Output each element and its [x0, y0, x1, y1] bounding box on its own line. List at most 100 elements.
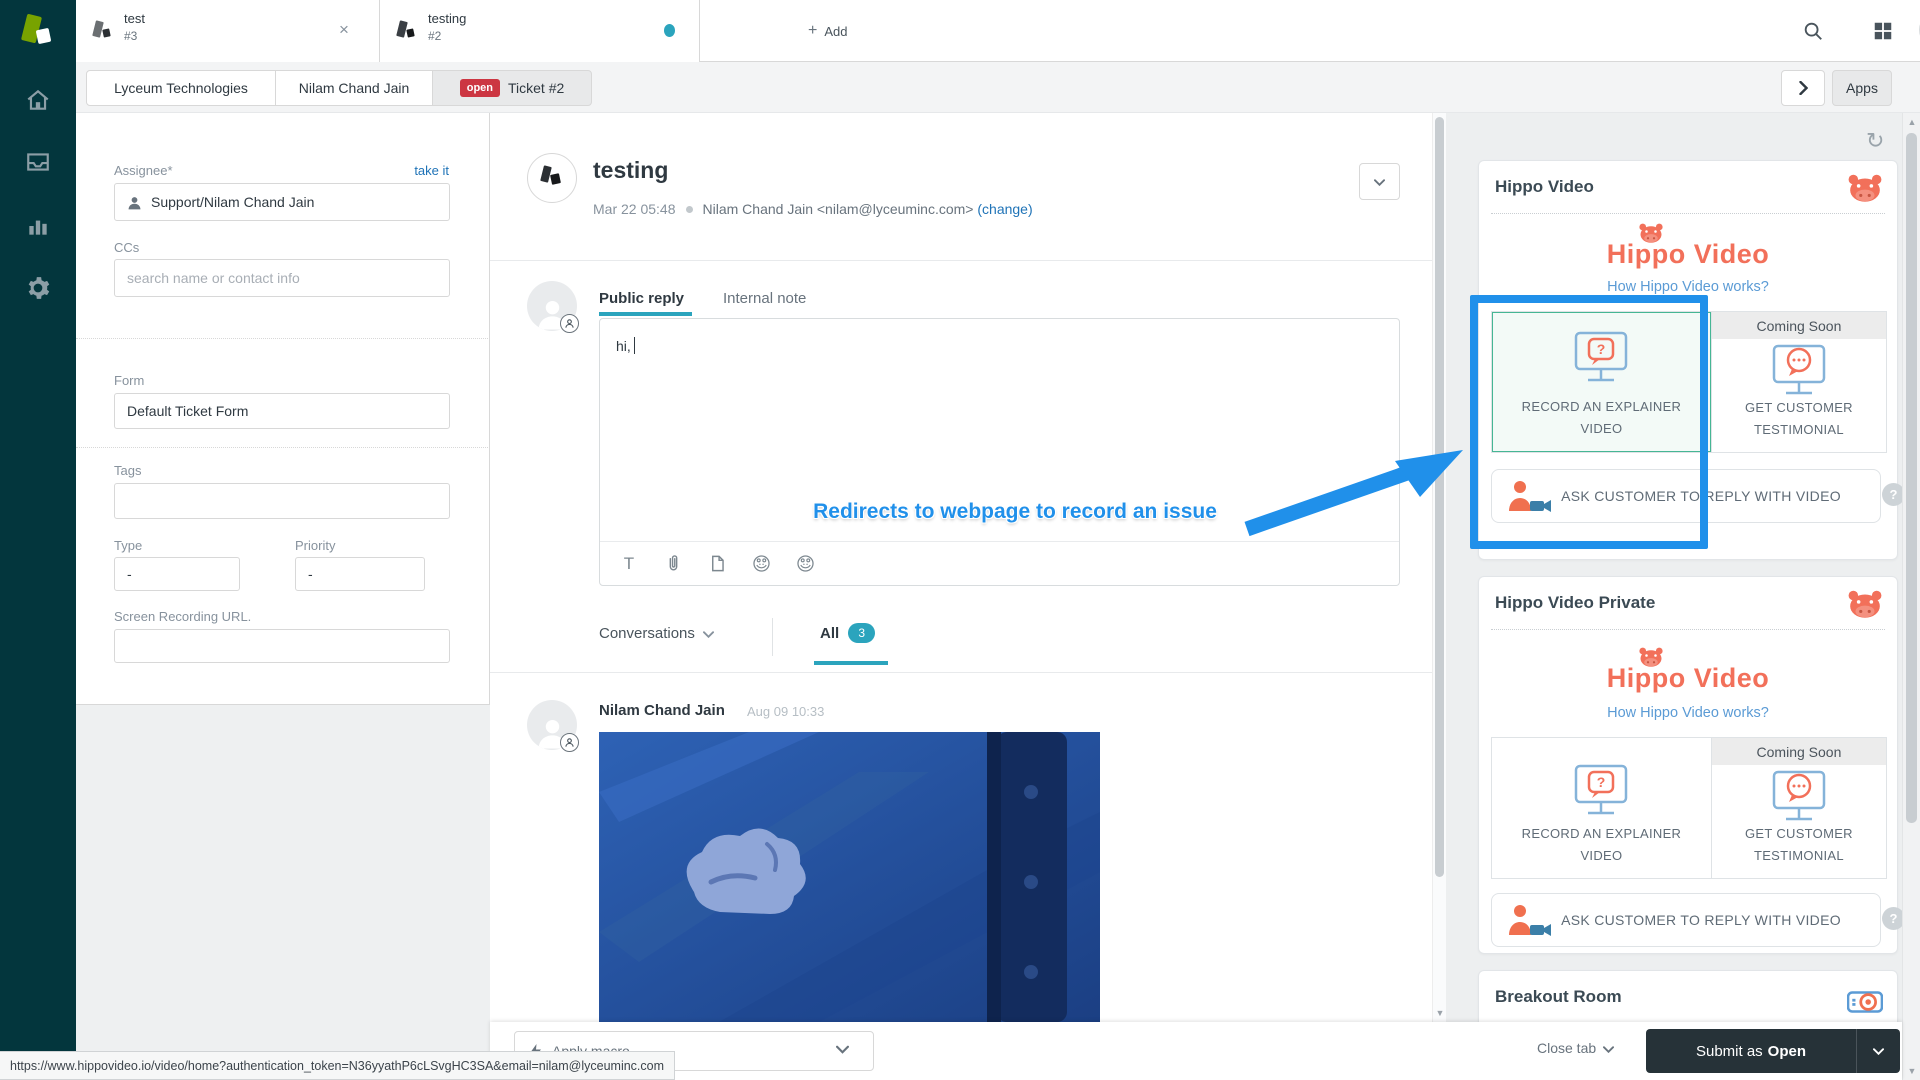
- hippo-video-library-icon[interactable]: [790, 549, 820, 579]
- hippo-options-row: ? RECORD AN EXPLAINER VIDEO Coming Soon …: [1491, 737, 1887, 879]
- app-title: Hippo Video Private: [1495, 593, 1655, 613]
- help-icon[interactable]: ?: [1882, 907, 1902, 930]
- scroll-down-icon[interactable]: ▼: [1903, 1066, 1920, 1076]
- ccs-field[interactable]: [114, 259, 450, 297]
- scrollbar-thumb[interactable]: [1435, 117, 1444, 877]
- record-explainer-video-card[interactable]: ? RECORD AN EXPLAINER VIDEO: [1492, 312, 1711, 452]
- conversations-filter[interactable]: Conversations: [599, 625, 714, 642]
- left-nav-rail: [0, 0, 76, 1080]
- hippo-options-row: ? RECORD AN EXPLAINER VIDEO Coming Soon …: [1491, 311, 1887, 453]
- type-field[interactable]: -: [114, 557, 240, 591]
- help-icon[interactable]: ?: [1882, 483, 1902, 506]
- tab-title: testing: [428, 11, 466, 26]
- breadcrumb-ticket[interactable]: open Ticket #2: [432, 70, 592, 106]
- scroll-up-icon[interactable]: ▲: [1903, 117, 1920, 127]
- assignee-label: Assignee*: [114, 163, 173, 178]
- refresh-apps-icon[interactable]: ↻: [1866, 128, 1884, 154]
- ticket-requester: Nilam Chand Jain <nilam@lyceuminc.com>: [703, 201, 974, 217]
- text-format-icon[interactable]: T: [614, 549, 644, 579]
- coming-soon-badge: Coming Soon: [1712, 738, 1886, 765]
- submit-status-value: Open: [1768, 1043, 1806, 1060]
- message-timestamp: Aug 09 10:33: [747, 704, 824, 719]
- get-customer-testimonial-card[interactable]: Coming Soon GET CUSTOMER TESTIMONIAL: [1711, 312, 1886, 452]
- divider: [1491, 213, 1885, 214]
- editor-toolbar: T: [600, 541, 1399, 585]
- assignee-field[interactable]: Support/Nilam Chand Jain: [114, 183, 450, 221]
- close-icon[interactable]: ×: [331, 17, 357, 43]
- apps-scrollbar[interactable]: ▲ ▼: [1902, 113, 1920, 1080]
- apps-grid-icon[interactable]: [1868, 16, 1898, 46]
- how-hippo-works-link[interactable]: How Hippo Video works?: [1479, 279, 1897, 295]
- form-value: Default Ticket Form: [127, 403, 248, 419]
- tab-number: #3: [124, 29, 137, 43]
- section-divider: [76, 447, 490, 448]
- close-tab-control[interactable]: Close tab: [1537, 1040, 1614, 1056]
- screen-recording-url-field[interactable]: [114, 629, 450, 663]
- take-it-link[interactable]: take it: [414, 163, 449, 178]
- svg-text:?: ?: [1597, 774, 1606, 790]
- screen-recording-url-label: Screen Recording URL.: [114, 609, 251, 624]
- insert-file-icon[interactable]: [702, 549, 732, 579]
- agent-role-badge: [560, 314, 579, 333]
- person-video-icon: [1506, 903, 1552, 937]
- add-tab-button[interactable]: + Add: [792, 0, 863, 62]
- ticket-options-button[interactable]: [1359, 163, 1400, 200]
- all-label: All: [820, 625, 839, 642]
- tab-public-reply[interactable]: Public reply: [599, 290, 684, 307]
- attachment-icon[interactable]: [658, 549, 688, 579]
- how-hippo-works-link[interactable]: How Hippo Video works?: [1479, 705, 1897, 721]
- collapse-apps-button[interactable]: [1781, 70, 1825, 106]
- ticket-properties-panel: Assignee* take it Support/Nilam Chand Ja…: [76, 113, 490, 705]
- main-scrollbar[interactable]: ▼: [1432, 113, 1446, 1022]
- testimonial-card-label: GET CUSTOMER TESTIMONIAL: [1712, 397, 1886, 440]
- reply-editor[interactable]: hi, T: [599, 318, 1400, 586]
- app-title: Hippo Video: [1495, 177, 1594, 197]
- tab-internal-note[interactable]: Internal note: [723, 290, 806, 307]
- hippo-logo-head-icon: [1636, 645, 1666, 669]
- ccs-input[interactable]: [127, 270, 437, 286]
- hippo-video-logo: Hippo Video: [1479, 239, 1897, 270]
- reports-icon[interactable]: [22, 210, 54, 242]
- ask-customer-reply-video-button[interactable]: ASK CUSTOMER TO REPLY WITH VIDEO: [1491, 469, 1881, 523]
- apps-button-label: Apps: [1846, 80, 1878, 96]
- breadcrumb-org[interactable]: Lyceum Technologies: [86, 70, 276, 106]
- hippo-icon: [1847, 171, 1883, 205]
- scrollbar-thumb[interactable]: [1906, 133, 1917, 823]
- priority-field[interactable]: -: [295, 557, 425, 591]
- ticket-footer: Apply macro Close tab Submit as Open: [490, 1022, 1902, 1080]
- active-tab-underline: [814, 661, 888, 665]
- search-icon[interactable]: [1798, 16, 1828, 46]
- record-explainer-video-card[interactable]: ? RECORD AN EXPLAINER VIDEO: [1492, 738, 1711, 878]
- draft-text: hi,: [616, 337, 635, 354]
- conversations-label: Conversations: [599, 625, 695, 642]
- apps-sidebar: Hippo Video Hippo Video How Hippo Video …: [1446, 113, 1902, 1022]
- divider: [1491, 629, 1885, 630]
- views-icon[interactable]: [22, 146, 54, 178]
- scroll-down-icon[interactable]: ▼: [1433, 1008, 1447, 1018]
- message-image-attachment[interactable]: [599, 732, 1100, 1022]
- home-icon[interactable]: [22, 84, 54, 116]
- submit-button-group: Submit as Open: [1646, 1029, 1900, 1073]
- change-requester-link[interactable]: (change): [977, 201, 1032, 217]
- admin-gear-icon[interactable]: [22, 272, 54, 304]
- hippo-video-record-icon[interactable]: [746, 549, 776, 579]
- ticket-meta: Mar 22 05:48Nilam Chand Jain <nilam@lyce…: [593, 201, 1033, 217]
- tab-all-conversations[interactable]: All 3: [820, 623, 875, 643]
- apps-button[interactable]: Apps: [1832, 70, 1892, 106]
- submit-as-open-button[interactable]: Submit as Open: [1646, 1029, 1856, 1073]
- ask-customer-reply-video-button[interactable]: ASK CUSTOMER TO REPLY WITH VIDEO: [1491, 893, 1881, 947]
- ticket-label: Ticket #2: [508, 80, 564, 96]
- chevron-down-icon: [1873, 1042, 1884, 1060]
- submit-status-dropdown[interactable]: [1856, 1029, 1900, 1073]
- breadcrumb-requester[interactable]: Nilam Chand Jain: [275, 70, 433, 106]
- status-url: https://www.hippovideo.io/video/home?aut…: [10, 1059, 664, 1073]
- breakout-room-app-card: Breakout Room: [1478, 970, 1898, 1022]
- form-field[interactable]: Default Ticket Form: [114, 393, 450, 429]
- text-cursor: [634, 337, 635, 354]
- ticket-tab-test[interactable]: test #3 ×: [76, 0, 380, 62]
- tags-field[interactable]: [114, 483, 450, 519]
- type-value: -: [127, 566, 132, 582]
- ticket-tab-testing-active[interactable]: testing #2: [380, 0, 700, 62]
- add-label: Add: [824, 24, 847, 39]
- get-customer-testimonial-card[interactable]: Coming Soon GET CUSTOMER TESTIMONIAL: [1711, 738, 1886, 878]
